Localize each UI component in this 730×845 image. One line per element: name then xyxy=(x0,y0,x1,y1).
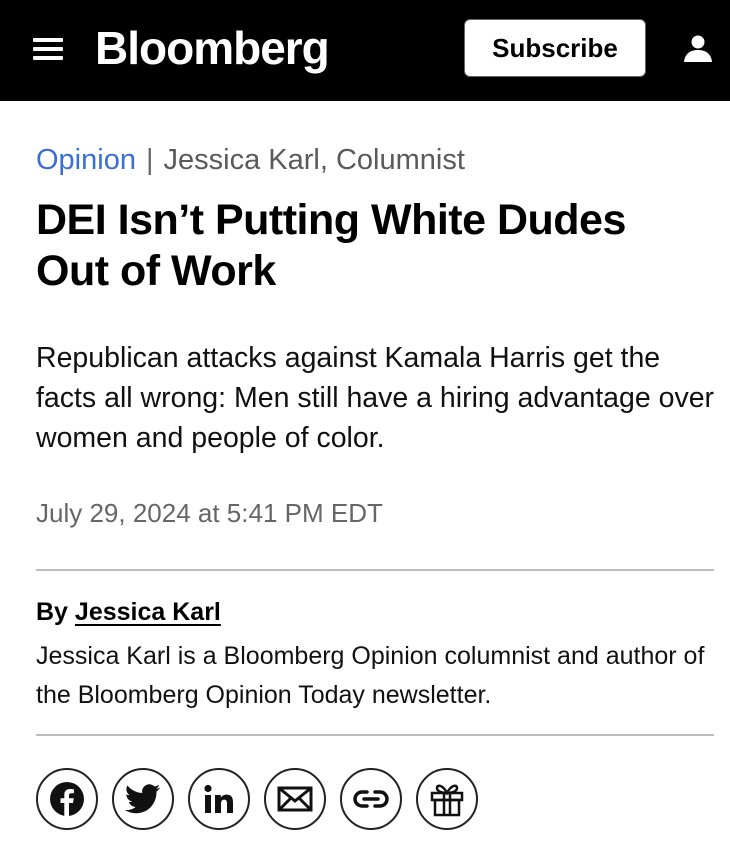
author-bio: Jessica Karl is a Bloomberg Opinion colu… xyxy=(36,642,705,709)
user-icon[interactable] xyxy=(683,33,713,63)
share-toolbar xyxy=(36,768,478,830)
twitter-icon xyxy=(125,784,161,814)
top-navigation-bar: Bloomberg Subscribe xyxy=(0,0,730,101)
section-link-opinion[interactable]: Opinion xyxy=(36,144,136,176)
kicker-separator: | xyxy=(145,144,154,176)
copy-link-button[interactable] xyxy=(340,768,402,830)
article-dek: Republican attacks against Kamala Harris… xyxy=(36,342,715,454)
divider xyxy=(36,569,714,571)
bloomberg-logo[interactable]: Bloomberg xyxy=(95,20,330,76)
kicker-author: Jessica Karl, Columnist xyxy=(163,144,465,176)
article-kicker: Opinion | Jessica Karl, Columnist xyxy=(36,142,465,178)
email-icon xyxy=(277,786,313,812)
share-linkedin-button[interactable] xyxy=(188,768,250,830)
gift-article-button[interactable] xyxy=(416,768,478,830)
byline: By Jessica Karl xyxy=(36,596,221,628)
article-headline: DEI Isn’t Putting White Dudes Out of Wor… xyxy=(36,196,626,295)
gift-icon xyxy=(430,784,464,817)
share-email-button[interactable] xyxy=(264,768,326,830)
article-timestamp: July 29, 2024 at 5:41 PM EDT xyxy=(36,498,383,528)
subscribe-button[interactable]: Subscribe xyxy=(464,19,646,77)
author-link[interactable]: Jessica Karl xyxy=(75,598,221,626)
share-facebook-button[interactable] xyxy=(36,768,98,830)
byline-prefix: By xyxy=(36,598,68,626)
link-icon xyxy=(353,790,389,808)
divider xyxy=(36,734,714,736)
facebook-icon xyxy=(50,782,84,816)
hamburger-menu-icon[interactable] xyxy=(33,36,63,62)
linkedin-icon xyxy=(204,784,233,813)
share-twitter-button[interactable] xyxy=(112,768,174,830)
